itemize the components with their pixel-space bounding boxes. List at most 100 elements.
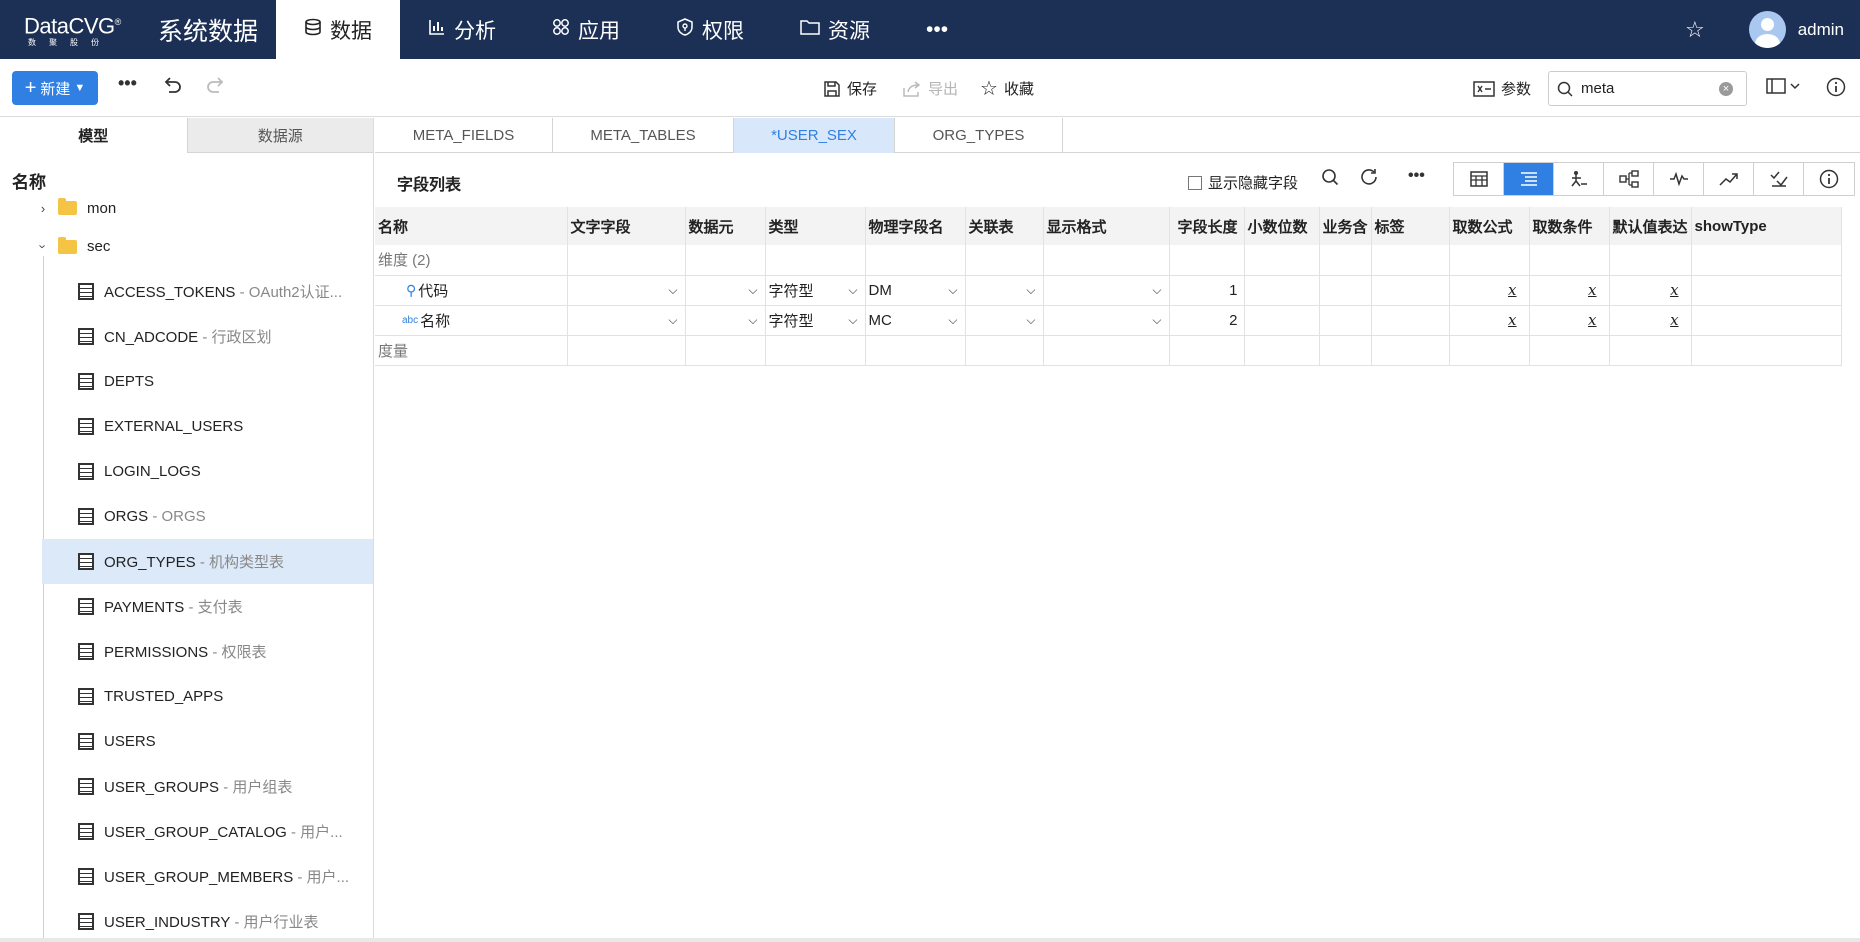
column-header[interactable]: 数据元 — [685, 207, 766, 245]
data-element-select[interactable]: ⌵ — [685, 275, 766, 306]
search-input[interactable] — [1581, 80, 1711, 97]
doc-tab-meta-tables[interactable]: META_TABLES — [553, 118, 734, 153]
relation-graph-icon[interactable] — [1604, 163, 1654, 195]
tree-item-access-tokens[interactable]: ACCESS_TOKENS - OAuth2认证... — [0, 269, 373, 314]
tree-item-login-logs[interactable]: LOGIN_LOGS — [0, 449, 373, 494]
nav-tab-data[interactable]: 数据 — [276, 0, 400, 59]
search-icon[interactable] — [1321, 168, 1339, 192]
formula-fx-icon[interactable]: x — [1449, 275, 1530, 306]
redo-icon[interactable] — [205, 75, 227, 103]
tree-item-orgs[interactable]: ORGS - ORGS — [0, 494, 373, 539]
nav-more-button[interactable]: ••• — [898, 0, 976, 59]
column-header[interactable]: 小数位数 — [1244, 207, 1320, 245]
field-name-cell[interactable]: ⚲ 代码 — [375, 275, 568, 306]
display-format-select[interactable]: ⌵ — [1043, 305, 1170, 336]
show-type-cell[interactable] — [1691, 305, 1842, 336]
business-cell[interactable] — [1319, 275, 1372, 306]
tree-item-external-users[interactable]: EXTERNAL_USERS — [0, 404, 373, 449]
user-avatar[interactable] — [1748, 11, 1786, 48]
compare-icon[interactable] — [1754, 163, 1804, 195]
column-header[interactable]: 默认值表达 — [1609, 207, 1692, 245]
display-format-select[interactable]: ⌵ — [1043, 275, 1170, 306]
more-options-icon[interactable]: ••• — [1408, 167, 1425, 185]
decimal-cell[interactable] — [1244, 305, 1320, 336]
chevron-down-icon[interactable]: › — [36, 242, 51, 252]
tag-cell[interactable] — [1371, 275, 1450, 306]
tree-item-permissions[interactable]: PERMISSIONS - 权限表 — [0, 629, 373, 674]
favorites-star-icon[interactable]: ☆ — [1685, 17, 1705, 43]
nav-tab-apps[interactable]: 应用 — [524, 0, 648, 59]
physical-field-select[interactable]: DM ⌵ — [865, 275, 966, 306]
field-length-cell[interactable]: 2 — [1169, 305, 1245, 336]
pulse-icon[interactable] — [1654, 163, 1704, 195]
tree-item-user-group-members[interactable]: USER_GROUP_MEMBERS - 用户... — [0, 854, 373, 899]
doc-tab-org-types[interactable]: ORG_TYPES — [895, 118, 1063, 153]
column-header[interactable]: 名称 — [375, 207, 568, 245]
tag-cell[interactable] — [1371, 305, 1450, 336]
table-row[interactable]: abc 名称 ⌵ ⌵ 字符型 ⌵ MC ⌵ ⌵ ⌵ 2 x x x — [375, 305, 1842, 336]
favorite-button[interactable]: ☆ 收藏 — [980, 78, 1034, 99]
column-header[interactable]: 关联表 — [965, 207, 1044, 245]
params-button[interactable]: 参数 — [1473, 78, 1531, 99]
condition-fx-icon[interactable]: x — [1529, 275, 1610, 306]
condition-fx-icon[interactable]: x — [1529, 305, 1610, 336]
doc-tab-user-sex[interactable]: *USER_SEX — [734, 118, 895, 153]
type-select[interactable]: 字符型 ⌵ — [765, 305, 866, 336]
field-length-cell[interactable]: 1 — [1169, 275, 1245, 306]
relation-table-select[interactable]: ⌵ — [965, 275, 1044, 306]
physical-field-select[interactable]: MC ⌵ — [865, 305, 966, 336]
nav-tab-resources[interactable]: 资源 — [772, 0, 898, 59]
tree-item-user-group-catalog[interactable]: USER_GROUP_CATALOG - 用户... — [0, 809, 373, 854]
hierarchy-icon[interactable] — [1554, 163, 1604, 195]
column-header[interactable]: 字段长度 — [1169, 207, 1245, 245]
column-header[interactable]: 标签 — [1371, 207, 1450, 245]
table-row[interactable]: ⚲ 代码 ⌵ ⌵ 字符型 ⌵ DM ⌵ ⌵ ⌵ 1 x x x — [375, 275, 1842, 306]
chevron-right-icon[interactable]: › — [38, 201, 48, 216]
field-list-view-icon[interactable] — [1504, 163, 1554, 195]
tree-item-depts[interactable]: DEPTS — [0, 359, 373, 404]
tree-item-org-types[interactable]: ORG_TYPES - 机构类型表 — [42, 539, 373, 584]
tree-item-cn-adcode[interactable]: CN_ADCODE - 行政区划 — [0, 314, 373, 359]
column-header[interactable]: 显示格式 — [1043, 207, 1170, 245]
default-fx-icon[interactable]: x — [1609, 275, 1692, 306]
new-button[interactable]: + 新建 ▼ — [12, 71, 98, 105]
relation-table-select[interactable]: ⌵ — [965, 305, 1044, 336]
column-header[interactable]: 文字字段 — [567, 207, 686, 245]
trend-icon[interactable] — [1704, 163, 1754, 195]
doc-tab-meta-fields[interactable]: META_FIELDS — [375, 118, 553, 153]
text-field-select[interactable]: ⌵ — [567, 305, 686, 336]
username[interactable]: admin — [1798, 20, 1844, 40]
checkbox-box[interactable] — [1188, 175, 1202, 190]
field-name-cell[interactable]: abc 名称 — [375, 305, 568, 336]
show-type-cell[interactable] — [1691, 275, 1842, 306]
business-cell[interactable] — [1319, 305, 1372, 336]
show-hidden-fields-checkbox[interactable]: 显示隐藏字段 — [1188, 172, 1298, 193]
text-field-select[interactable]: ⌵ — [567, 275, 686, 306]
nav-tab-permissions[interactable]: 权限 — [648, 0, 772, 59]
search-box[interactable]: × — [1548, 71, 1747, 106]
info-icon[interactable] — [1826, 77, 1846, 103]
column-header[interactable]: 取数条件 — [1529, 207, 1610, 245]
clear-search-icon[interactable]: × — [1719, 81, 1733, 96]
info-icon[interactable] — [1804, 163, 1854, 195]
tab-datasource[interactable]: 数据源 — [186, 118, 373, 153]
layout-toggle-icon[interactable] — [1766, 77, 1802, 101]
column-header[interactable]: showType — [1691, 207, 1842, 245]
tree-item-user-groups[interactable]: USER_GROUPS - 用户组表 — [0, 764, 373, 809]
bottom-scrollbar[interactable] — [0, 938, 1860, 942]
tree-folder-sec[interactable]: › sec — [0, 224, 373, 269]
data-element-select[interactable]: ⌵ — [685, 305, 766, 336]
column-header[interactable]: 类型 — [765, 207, 866, 245]
column-header[interactable]: 取数公式 — [1449, 207, 1530, 245]
column-header[interactable]: 物理字段名 — [865, 207, 966, 245]
save-button[interactable]: 保存 — [823, 78, 877, 99]
nav-tab-analysis[interactable]: 分析 — [400, 0, 524, 59]
tree-item-payments[interactable]: PAYMENTS - 支付表 — [0, 584, 373, 629]
table-view-icon[interactable] — [1454, 163, 1504, 195]
refresh-icon[interactable] — [1360, 168, 1380, 192]
type-select[interactable]: 字符型 ⌵ — [765, 275, 866, 306]
undo-icon[interactable] — [161, 75, 183, 103]
column-header[interactable]: 业务含 — [1319, 207, 1372, 245]
formula-fx-icon[interactable]: x — [1449, 305, 1530, 336]
tab-model[interactable]: 模型 — [0, 118, 187, 153]
